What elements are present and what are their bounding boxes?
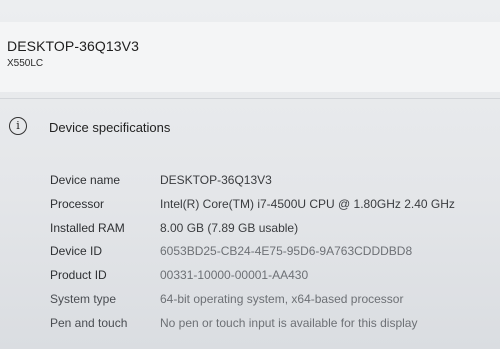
spec-value-system-type: 64-bit operating system, x64-based proce…	[160, 292, 404, 306]
spec-label-device-id: Device ID	[50, 244, 103, 258]
spec-value-pen-and-touch: No pen or touch input is available for t…	[160, 316, 418, 330]
spec-label-system-type: System type	[50, 292, 117, 306]
device-specifications-title: Device specifications	[49, 120, 171, 135]
spec-label-device-name: Device name	[50, 173, 121, 187]
spec-label-pen-and-touch: Pen and touch	[50, 316, 128, 330]
spec-value-device-name: DESKTOP-36Q13V3	[160, 173, 272, 187]
info-icon: i	[9, 117, 27, 135]
spec-value-device-id: 6053BD25-CB24-4E75-95D6-9A763CDDDBD8	[160, 244, 413, 258]
spec-label-installed-ram: Installed RAM	[50, 221, 125, 235]
spec-value-product-id: 00331-10000-00001-AA430	[160, 268, 309, 282]
settings-about-window: DESKTOP-36Q13V3 X550LC i Device specific…	[0, 0, 500, 349]
spec-label-processor: Processor	[50, 197, 105, 211]
spec-value-installed-ram: 8.00 GB (7.89 GB usable)	[160, 221, 299, 235]
device-model: X550LC	[7, 58, 44, 69]
device-summary-panel	[0, 22, 500, 92]
device-title: DESKTOP-36Q13V3	[7, 38, 139, 54]
spec-label-product-id: Product ID	[50, 268, 107, 282]
spec-value-processor: Intel(R) Core(TM) i7-4500U CPU @ 1.80GHz…	[160, 197, 455, 211]
divider	[0, 98, 500, 99]
